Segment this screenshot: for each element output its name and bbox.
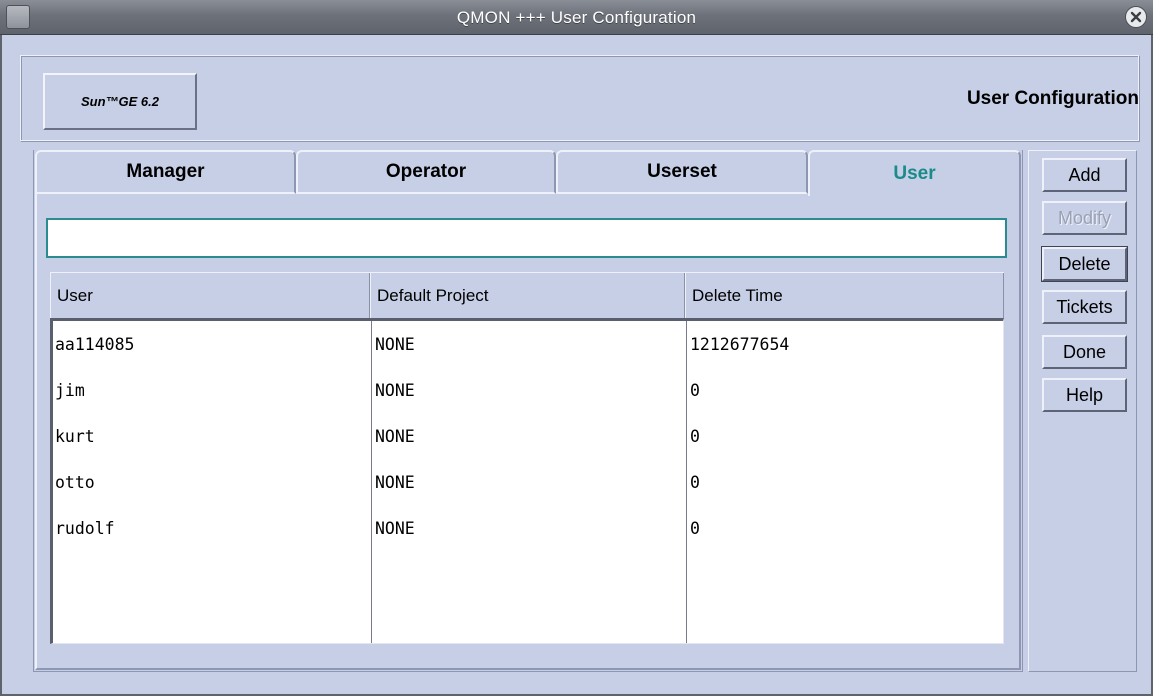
cell-default-project: NONE [375, 380, 415, 400]
table-body[interactable]: aa114085 NONE 1212677654 jim NONE 0 kurt… [50, 318, 1004, 644]
cell-delete-time: 0 [690, 472, 700, 492]
user-name-input[interactable] [46, 218, 1007, 258]
table-row[interactable]: otto NONE 0 [53, 459, 1004, 505]
add-button[interactable]: Add [1042, 158, 1127, 192]
close-icon[interactable] [1125, 6, 1147, 28]
cell-delete-time: 0 [690, 380, 700, 400]
user-table: User Default Project Delete Time aa11408… [50, 272, 1004, 644]
cell-user: rudolf [55, 518, 115, 538]
cell-user: otto [55, 472, 95, 492]
table-row[interactable]: jim NONE 0 [53, 367, 1004, 413]
delete-button[interactable]: Delete [1041, 246, 1128, 282]
cell-default-project: NONE [375, 334, 415, 354]
table-row[interactable]: aa114085 NONE 1212677654 [53, 321, 1004, 367]
tab-userset[interactable]: Userset [556, 150, 808, 194]
tickets-button[interactable]: Tickets [1042, 290, 1127, 324]
done-button[interactable]: Done [1042, 335, 1127, 369]
cell-delete-time: 0 [690, 426, 700, 446]
window-title: QMON +++ User Configuration [456, 8, 697, 27]
close-glyph [1130, 11, 1142, 23]
cell-user: aa114085 [55, 334, 135, 354]
tab-manager[interactable]: Manager [35, 150, 296, 194]
column-header-user[interactable]: User [50, 273, 370, 319]
column-header-delete-time[interactable]: Delete Time [685, 273, 1004, 319]
cell-delete-time: 0 [690, 518, 700, 538]
cell-user: jim [55, 380, 85, 400]
cell-user: kurt [55, 426, 95, 446]
sun-ge-logo-button[interactable]: Sun™GE 6.2 [43, 73, 197, 130]
header-panel: Sun™GE 6.2 User Configuration [20, 55, 1140, 142]
table-row[interactable]: rudolf NONE 0 [53, 505, 1004, 551]
cell-default-project: NONE [375, 472, 415, 492]
column-header-default-project[interactable]: Default Project [370, 273, 685, 319]
window-titlebar[interactable]: QMON +++ User Configuration [0, 0, 1153, 35]
help-button[interactable]: Help [1042, 378, 1127, 412]
cell-default-project: NONE [375, 518, 415, 538]
table-header: User Default Project Delete Time [50, 272, 1004, 319]
table-row[interactable]: kurt NONE 0 [53, 413, 1004, 459]
cell-delete-time: 1212677654 [690, 334, 790, 354]
cell-default-project: NONE [375, 426, 415, 446]
tab-operator[interactable]: Operator [296, 150, 556, 194]
modify-button[interactable]: Modify [1042, 201, 1127, 235]
header-title: User Configuration [966, 88, 1139, 109]
tab-user[interactable]: User [808, 150, 1021, 196]
